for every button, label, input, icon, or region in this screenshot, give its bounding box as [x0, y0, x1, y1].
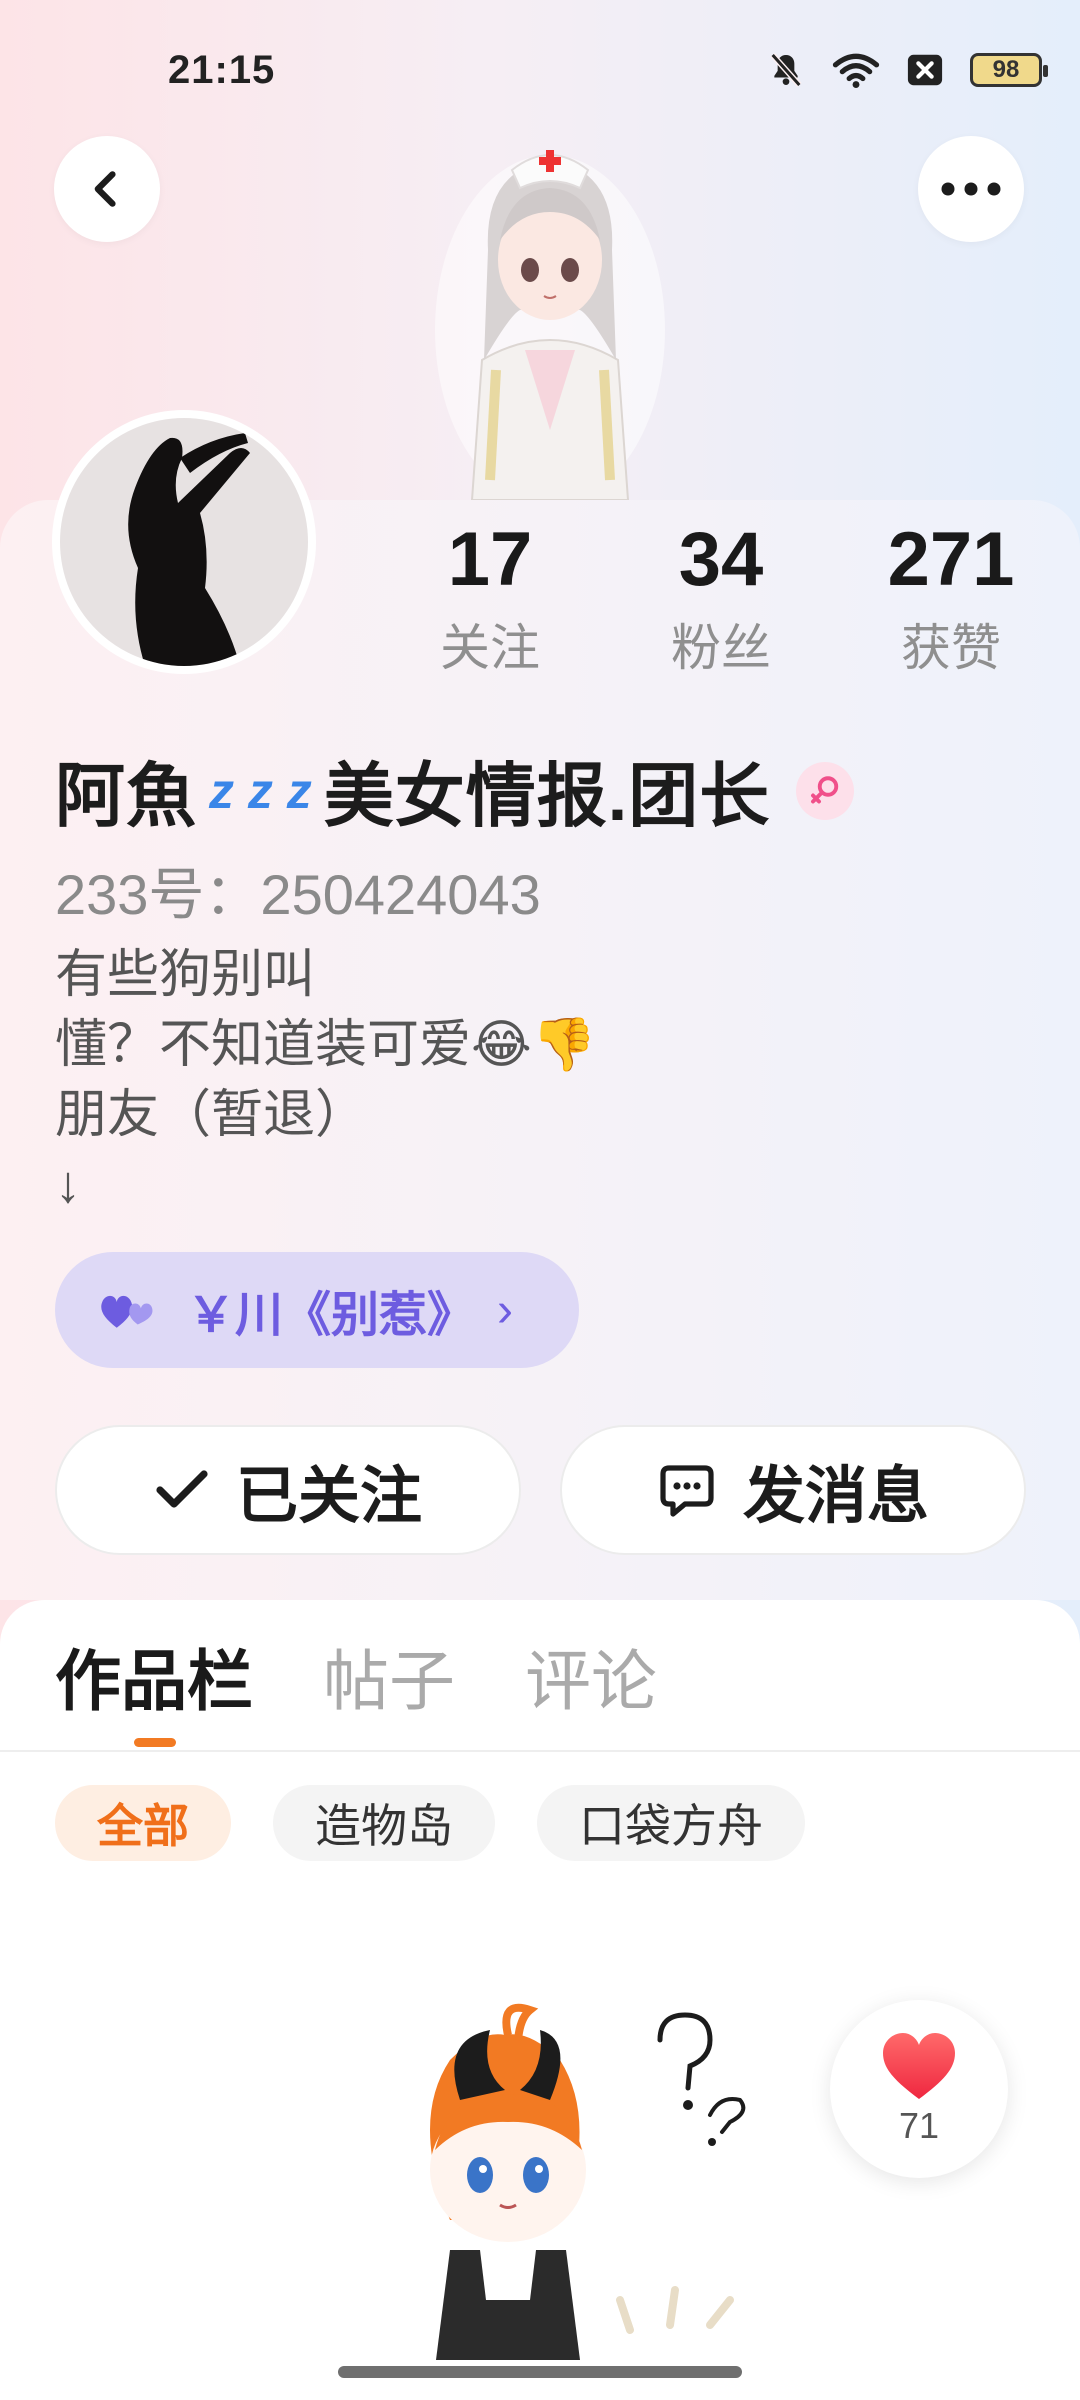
stat-likes-label: 获赞	[901, 619, 1001, 676]
battery-icon: 98	[970, 53, 1048, 87]
stat-following-label: 关注	[440, 619, 540, 676]
stat-followers[interactable]: 34 粉丝	[631, 520, 811, 680]
chip-creation-island[interactable]: 造物岛	[273, 1785, 495, 1861]
chip-pocket-ark[interactable]: 口袋方舟	[537, 1785, 805, 1861]
chevron-right-icon: ›	[497, 1283, 513, 1337]
check-icon	[156, 1470, 208, 1508]
heart-icon	[883, 2033, 955, 2099]
username: 阿魚	[55, 757, 197, 835]
bell-muted-icon	[770, 53, 802, 87]
bio-line: ↓	[55, 1156, 81, 1214]
active-tab-indicator	[134, 1738, 176, 1747]
music-pill-label: ￥川《别惹》	[187, 1289, 476, 1342]
sim-blocked-icon	[907, 54, 943, 86]
username-row: 阿魚 z z z 美女情报.团长	[55, 740, 855, 841]
send-message-label: 发消息	[742, 1462, 929, 1531]
chat-bubble-icon	[660, 1465, 714, 1517]
confused-character-illustration	[430, 2003, 746, 2360]
more-dots-icon	[941, 182, 1001, 196]
back-button[interactable]	[54, 136, 160, 242]
bio-line: 朋友（暂退）	[55, 1086, 368, 1144]
status-icons: 98	[766, 50, 1048, 90]
stat-likes[interactable]: 271 获赞	[861, 520, 1041, 680]
following-button[interactable]: 已关注	[55, 1425, 521, 1555]
sleeping-zzz-emoji: z z z	[209, 762, 312, 819]
username-suffix: 美女情报.团长	[323, 757, 771, 835]
stat-followers-label: 粉丝	[671, 619, 771, 676]
mascot-character-figure	[435, 150, 665, 500]
chevron-left-icon	[94, 171, 116, 207]
like-button[interactable]: 71	[830, 2000, 1008, 2178]
avatar[interactable]	[52, 410, 316, 674]
home-indicator[interactable]	[338, 2366, 742, 2378]
music-pill[interactable]: ￥川《别惹》 ›	[55, 1252, 579, 1368]
stat-followers-count: 34	[678, 517, 764, 602]
tab-posts[interactable]: 帖子	[323, 1628, 455, 1724]
bio-line: 有些狗别叫	[55, 946, 316, 1004]
battery-level: 98	[992, 56, 1020, 83]
like-count: 71	[898, 2105, 940, 2146]
user-id[interactable]: 233号：250424043	[55, 850, 541, 931]
send-message-button[interactable]: 发消息	[560, 1425, 1026, 1555]
female-gender-icon	[796, 761, 855, 820]
silhouette-avatar-image	[128, 433, 250, 666]
double-heart-icon	[101, 1295, 153, 1328]
profile-tabs: 作品栏 帖子 评论	[55, 1628, 657, 1724]
following-button-label: 已关注	[235, 1462, 422, 1531]
stat-likes-count: 271	[887, 517, 1015, 602]
stat-following[interactable]: 17 关注	[400, 520, 580, 680]
tabs-divider	[0, 1750, 1080, 1752]
stat-following-count: 17	[447, 517, 533, 602]
tab-comments[interactable]: 评论	[525, 1628, 657, 1724]
bio: 有些狗别叫 懂？不知道装可爱😂👎 朋友（暂退） ↓	[55, 940, 597, 1220]
filter-chips: 全部 造物岛 口袋方舟	[55, 1785, 805, 1861]
tab-works[interactable]: 作品栏	[55, 1628, 253, 1724]
status-time: 21:15	[168, 48, 276, 92]
more-options-button[interactable]	[918, 136, 1024, 242]
wifi-icon	[832, 53, 880, 88]
bio-line: 懂？不知道装可爱😂👎	[55, 1016, 597, 1074]
chip-all[interactable]: 全部	[55, 1785, 231, 1861]
